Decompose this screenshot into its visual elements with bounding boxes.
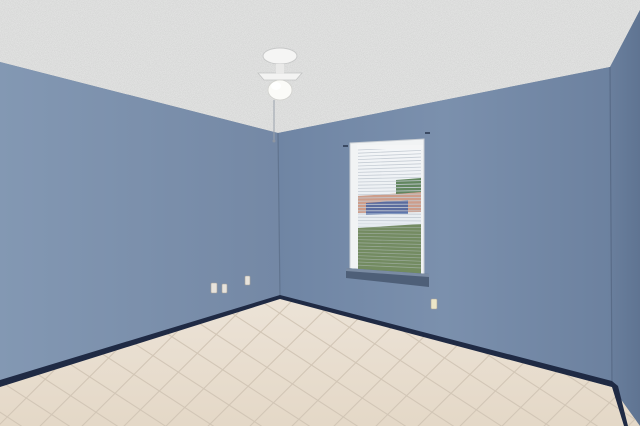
right-wall <box>610 10 640 426</box>
outlet-back <box>430 298 438 310</box>
outlet-left-3 <box>244 275 251 286</box>
fan-downrod <box>276 64 284 74</box>
room-photo <box>0 0 640 426</box>
window-with-blinds <box>343 132 430 287</box>
outlet-left-1 <box>210 282 218 294</box>
fan-light-globe <box>267 79 293 101</box>
outlet-left-2 <box>221 283 228 294</box>
fan-blade-hub <box>257 72 303 81</box>
empty-room-scene <box>0 0 640 426</box>
blind-bracket-left <box>343 145 348 147</box>
blind-slat <box>357 220 422 222</box>
fan-canopy <box>262 47 298 65</box>
blind-bracket-right <box>425 132 430 134</box>
blinds-headrail <box>357 145 423 149</box>
